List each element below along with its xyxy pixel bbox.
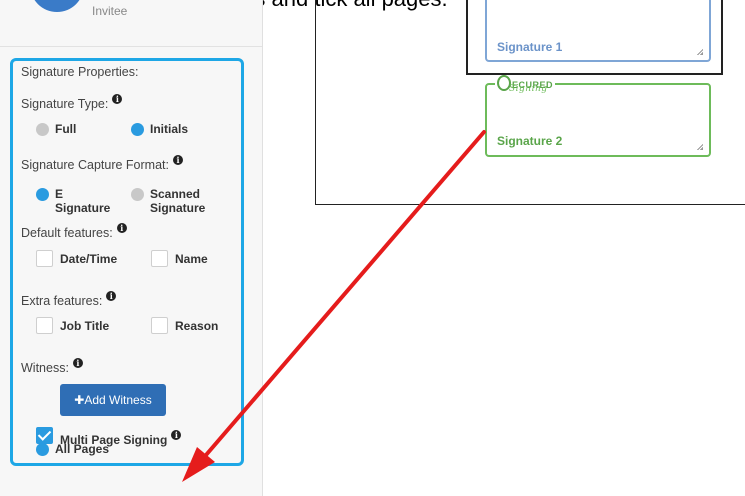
annotation-arrow-icon (182, 130, 486, 482)
arrow-shaft (198, 130, 486, 464)
